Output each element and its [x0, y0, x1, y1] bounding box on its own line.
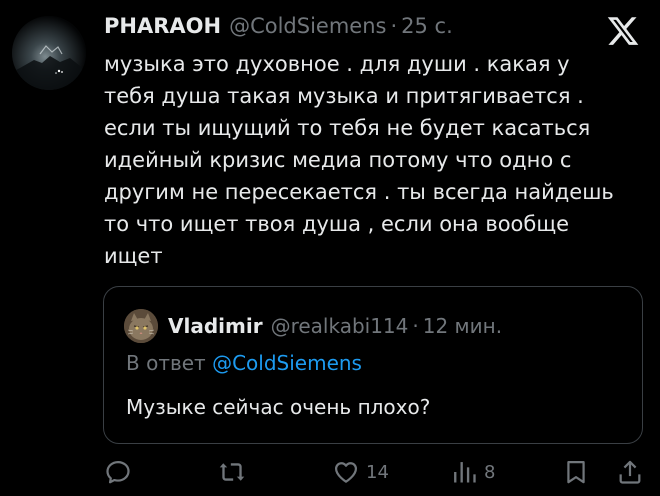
views-button[interactable]: 8: [450, 458, 495, 486]
bookmark-icon: [567, 460, 585, 484]
reply-button[interactable]: [104, 458, 132, 486]
header-separator: ·: [390, 14, 398, 38]
avatar-image: [12, 16, 86, 90]
tweet-text-line: ищет: [104, 244, 163, 268]
quoted-author-handle[interactable]: @realkabi114: [271, 314, 409, 338]
repost-icon: [219, 463, 245, 481]
tweet-text-line: если ты ищущий то тебя не будет касаться: [104, 116, 591, 140]
quoted-tweet-card[interactable]: Vladimir @realkabi114 · 12 мин. В ответ …: [103, 286, 643, 444]
like-button[interactable]: 14: [332, 458, 389, 486]
tweet-text: музыка это духовное . для души . какая у…: [104, 48, 624, 272]
repost-button[interactable]: [218, 458, 246, 486]
quoted-tweet-text: Музыке сейчас очень плохо?: [126, 395, 431, 419]
reply-context: В ответ @ColdSiemens: [126, 351, 362, 375]
reply-icon: [106, 460, 130, 484]
views-count: 8: [484, 461, 496, 483]
tweet-action-bar: 14 8: [0, 452, 660, 492]
heart-icon: [334, 462, 358, 483]
share-button[interactable]: [616, 458, 644, 486]
reply-mention-link[interactable]: @ColdSiemens: [212, 351, 362, 375]
quoted-author-avatar[interactable]: [124, 309, 158, 343]
tweet-text-line: то что ищет твоя душа , если она вообще: [104, 212, 570, 236]
reply-prefix: В ответ: [126, 351, 206, 375]
author-handle[interactable]: @ColdSiemens: [229, 14, 386, 38]
tweet-text-line: другим не пересекается . ты всегда найде…: [104, 180, 614, 204]
author-avatar[interactable]: [12, 16, 86, 90]
avatar-image: [124, 309, 158, 343]
tweet-text-line: идейный кризис медиа потому что одно с: [104, 148, 572, 172]
bookmark-button[interactable]: [562, 458, 590, 486]
quoted-timestamp[interactable]: 12 мин.: [423, 314, 502, 338]
views-icon: [454, 462, 476, 483]
header-separator: ·: [412, 314, 419, 338]
tweet-header: PHARAOH @ColdSiemens · 25 с.: [104, 14, 453, 44]
x-logo-icon: [606, 14, 640, 48]
quoted-tweet-header: Vladimir @realkabi114 · 12 мин.: [168, 309, 502, 343]
author-name[interactable]: PHARAOH: [104, 14, 221, 38]
share-icon: [619, 460, 641, 484]
quoted-author-name[interactable]: Vladimir: [168, 314, 263, 338]
like-count: 14: [366, 461, 389, 483]
tweet-text-line: тебя душа такая музыка и притягивается .: [104, 84, 584, 108]
tweet-text-line: музыка это духовное . для души . какая у: [104, 52, 570, 76]
tweet-timestamp[interactable]: 25 с.: [401, 14, 453, 38]
